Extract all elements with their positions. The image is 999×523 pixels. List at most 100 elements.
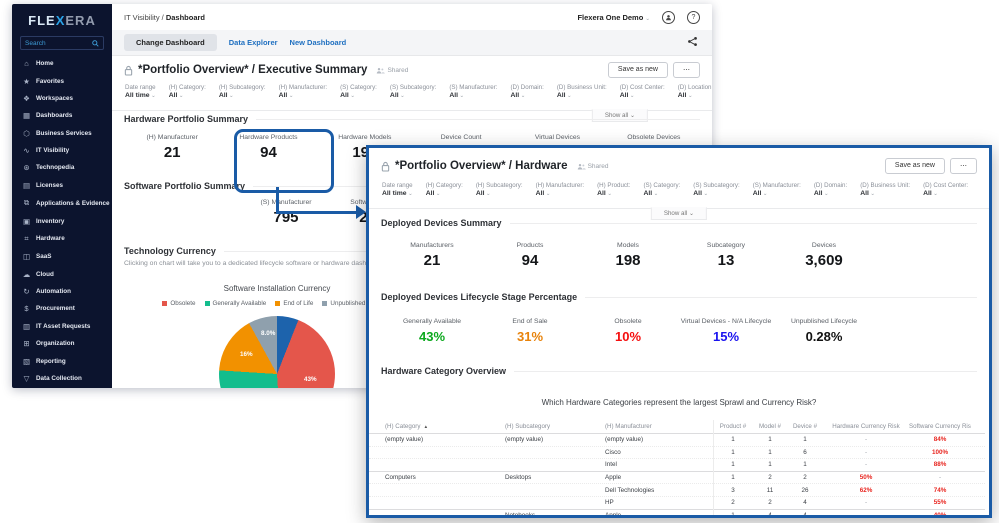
filter-value-text: All [219, 92, 228, 99]
sidebar-item-licenses[interactable]: ▤Licenses [12, 177, 112, 194]
table-row[interactable]: (empty value)(empty value)(empty value)1… [369, 433, 985, 446]
table-row[interactable]: Intel111-88% [369, 458, 985, 471]
sidebar-item-automation[interactable]: ↻Automation [12, 283, 112, 300]
filter-s-subcategory[interactable]: (S) Subcategory:All ⌄ [693, 182, 739, 208]
sidebar-item-business-services[interactable]: ⬡Business Services [12, 125, 112, 142]
breadcrumb-section[interactable]: IT Visibility [124, 13, 160, 22]
filter-s-manufacturer[interactable]: (S) Manufacturer:All ⌄ [753, 182, 801, 208]
column-header-device[interactable]: Device # [787, 423, 823, 430]
sidebar-item-label: Procurement [36, 305, 75, 312]
save-as-new-button[interactable]: Save as new [885, 158, 945, 174]
sidebar-item-cloud[interactable]: ☁Cloud [12, 266, 112, 283]
sidebar-item-dashboards[interactable]: ▦Dashboards [12, 107, 112, 124]
sidebar-item-reporting[interactable]: ▧Reporting [12, 352, 112, 369]
filter-d-cost-center[interactable]: (D) Cost Center:All ⌄ [923, 182, 968, 208]
sidebar-item-saas[interactable]: ◫SaaS [12, 248, 112, 265]
sidebar-item-label: Dashboards [36, 112, 72, 119]
legend-item-obsolete[interactable]: Obsolete [162, 300, 195, 307]
sidebar-item-favorites[interactable]: ★Favorites [12, 72, 112, 89]
sidebar-item-procurement[interactable]: $Procurement [12, 300, 112, 317]
filter-date-range[interactable]: Date rangeAll time ⌄ [125, 84, 156, 110]
column-header-h-manufacturer[interactable]: (H) Manufacturer [605, 423, 713, 430]
column-header-h-category[interactable]: (H) Category ▲ [385, 423, 505, 430]
filter-value: All ⌄ [923, 190, 968, 197]
logo-text: FLE [28, 13, 56, 28]
legend-item-generally-available[interactable]: Generally Available [205, 300, 267, 307]
filter-h-subcategory[interactable]: (H) Subcategory:All ⌄ [476, 182, 523, 208]
sidebar-item-label: Inventory [36, 218, 64, 225]
filter-d-business-unit[interactable]: (D) Business Unit:All ⌄ [557, 84, 607, 110]
filter-value-text: All time [382, 190, 407, 197]
pie-slice-label: 8.0% [261, 330, 275, 337]
sidebar-item-data-collection[interactable]: ▽Data Collection [12, 370, 112, 387]
sidebar-item-it-visibility[interactable]: ∿IT Visibility [12, 142, 112, 159]
filter-s-category[interactable]: (S) Category:All ⌄ [643, 182, 680, 208]
search-input[interactable]: Search [20, 36, 104, 50]
share-icon[interactable] [687, 36, 698, 47]
column-header-hardware-currency-risk[interactable]: Hardware Currency Risk [823, 423, 909, 430]
filter-value-text: All [860, 190, 869, 197]
sidebar-item-inventory[interactable]: ▣Inventory [12, 212, 112, 229]
deployed-kpi-row: Manufacturers21Products94Models198Subcat… [383, 242, 873, 269]
column-header-model[interactable]: Model # [753, 423, 787, 430]
exec-filter-bar: Date rangeAll time ⌄(H) Category:All ⌄(H… [112, 84, 712, 111]
change-dashboard-button[interactable]: Change Dashboard [124, 34, 217, 51]
divider [514, 371, 977, 372]
filter-d-location[interactable]: (D) Location:All ⌄ [678, 84, 712, 110]
more-options-button[interactable]: ⋯ [673, 62, 700, 78]
table-row[interactable]: HP224-55% [369, 496, 985, 509]
column-header-product[interactable]: Product # [713, 423, 753, 430]
chevron-down-icon: ⌄ [399, 93, 405, 99]
filter-s-subcategory[interactable]: (S) Subcategory:All ⌄ [390, 84, 436, 110]
filter-d-cost-center[interactable]: (D) Cost Center:All ⌄ [620, 84, 665, 110]
sidebar-item-technopedia[interactable]: ⊛Technopedia [12, 159, 112, 176]
kpi-h-manufacturer: (H) Manufacturer21 [124, 134, 220, 161]
filter-h-manufacturer[interactable]: (H) Manufacturer:All ⌄ [536, 182, 584, 208]
chevron-down-icon: ⌄ [645, 16, 650, 22]
table-row[interactable]: NotebooksApple144-40% [369, 509, 985, 518]
filter-s-category[interactable]: (S) Category:All ⌄ [340, 84, 377, 110]
sidebar-item-administration[interactable]: ⚙Administration [12, 387, 112, 388]
sidebar-item-workspaces[interactable]: ❖Workspaces [12, 90, 112, 107]
sidebar-item-label: Automation [36, 288, 71, 295]
filter-date-range[interactable]: Date rangeAll time ⌄ [382, 182, 413, 208]
sidebar-item-hardware[interactable]: ⌗Hardware [12, 230, 112, 248]
account-menu[interactable]: Flexera One Demo ⌄ [577, 13, 650, 22]
callout-arrow-horizontal [276, 211, 357, 214]
user-profile-icon[interactable] [662, 11, 675, 24]
filter-d-domain[interactable]: (D) Domain:All ⌄ [814, 182, 847, 208]
filter-d-domain[interactable]: (D) Domain:All ⌄ [510, 84, 543, 110]
column-header-h-subcategory[interactable]: (H) Subcategory [505, 423, 605, 430]
lock-icon [124, 65, 133, 76]
sidebar-item-organization[interactable]: ⊞Organization [12, 335, 112, 352]
legend-item-end-of-life[interactable]: End of Life [275, 300, 313, 307]
sidebar-item-home[interactable]: ⌂Home [12, 55, 112, 72]
sidebar-item-it-asset-requests[interactable]: ▥IT Asset Requests [12, 318, 112, 335]
filter-h-product[interactable]: (H) Product:All ⌄ [597, 182, 630, 208]
filter-label: (H) Category: [169, 84, 206, 91]
pie-chart[interactable]: 43% 16% 8.0% [219, 316, 335, 388]
more-options-button[interactable]: ⋯ [950, 158, 977, 174]
filter-value: All ⌄ [340, 92, 377, 99]
kpi-label: Unpublished Lifecycle [775, 310, 873, 326]
save-as-new-button[interactable]: Save as new [608, 62, 668, 78]
table-row[interactable]: Cisco116-100% [369, 446, 985, 459]
table-row[interactable]: ComputersDesktopsApple12250%- [369, 471, 985, 484]
applications-evidence-icon: ⧉ [22, 198, 31, 208]
filter-label: Date range [125, 84, 156, 91]
filter-h-category[interactable]: (H) Category:All ⌄ [426, 182, 463, 208]
sidebar-item-label: Favorites [36, 78, 64, 85]
filter-h-manufacturer[interactable]: (H) Manufacturer:All ⌄ [279, 84, 327, 110]
filter-d-business-unit[interactable]: (D) Business Unit:All ⌄ [860, 182, 910, 208]
table-question: Which Hardware Categories represent the … [369, 398, 989, 407]
filter-h-category[interactable]: (H) Category:All ⌄ [169, 84, 206, 110]
table-row[interactable]: Dell Technologies3112662%74% [369, 483, 985, 496]
cell-software-currency-risk: 88% [909, 461, 971, 468]
data-explorer-link[interactable]: Data Explorer [229, 38, 278, 47]
column-header-software-currency-risk[interactable]: Software Currency Risk [909, 423, 971, 430]
new-dashboard-link[interactable]: New Dashboard [290, 38, 347, 47]
sidebar-item-applications-evidence[interactable]: ⧉Applications & Evidence [12, 194, 112, 212]
filter-s-manufacturer[interactable]: (S) Manufacturer:All ⌄ [449, 84, 497, 110]
help-icon[interactable]: ? [687, 11, 700, 24]
filter-h-subcategory[interactable]: (H) Subcategory:All ⌄ [219, 84, 266, 110]
